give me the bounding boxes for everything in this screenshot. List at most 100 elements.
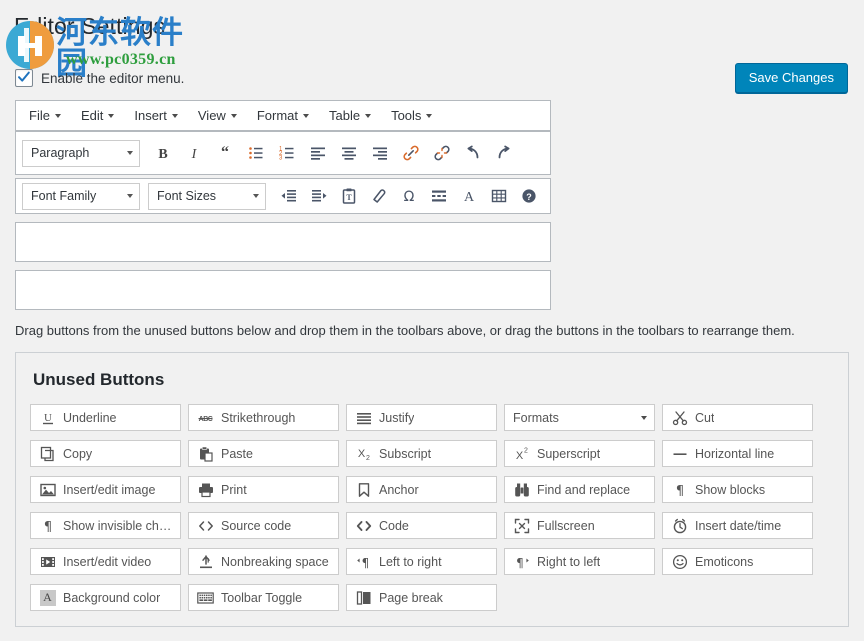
clock-icon xyxy=(671,517,688,534)
unused-button-find-and-replace[interactable]: Find and replace xyxy=(504,476,655,503)
align-center-button[interactable] xyxy=(334,138,364,168)
unused-button-label: Superscript xyxy=(537,446,601,461)
unused-button-fullscreen[interactable]: Fullscreen xyxy=(504,512,655,539)
unused-button-copy[interactable]: Copy xyxy=(30,440,181,467)
menu-item-tools[interactable]: Tools xyxy=(382,104,441,127)
bullet-list-button[interactable] xyxy=(241,138,271,168)
pilcrow-icon: ¶ xyxy=(39,517,56,534)
unused-button-background-color[interactable]: A Background color xyxy=(30,584,181,611)
table-button[interactable] xyxy=(485,181,514,211)
chevron-down-icon xyxy=(127,151,133,155)
menu-item-format[interactable]: Format xyxy=(248,104,318,127)
align-right-icon xyxy=(373,147,387,160)
unused-button-label: Insert/edit image xyxy=(63,482,156,497)
unused-button-code[interactable]: Code xyxy=(346,512,497,539)
enable-editor-menu-row[interactable]: Enable the editor menu. xyxy=(15,69,184,87)
page-title: Editor Settings xyxy=(14,13,166,39)
menu-item-view[interactable]: View xyxy=(189,104,246,127)
table-icon xyxy=(492,189,507,203)
unused-button-emoticons[interactable]: Emoticons xyxy=(662,548,813,575)
editor-toolbar-row-3-dropzone[interactable] xyxy=(15,222,551,262)
unused-button-page-break[interactable]: Page break xyxy=(346,584,497,611)
help-button[interactable]: ? xyxy=(515,181,544,211)
undo-button[interactable] xyxy=(458,138,488,168)
blockquote-icon: “ xyxy=(221,144,229,161)
insert-more-button[interactable] xyxy=(425,181,454,211)
align-right-button[interactable] xyxy=(365,138,395,168)
unused-buttons-panel: Unused Buttons U Underline ABC Strikethr… xyxy=(15,352,849,627)
save-changes-button[interactable]: Save Changes xyxy=(734,63,848,93)
unused-button-show-blocks[interactable]: ¶ Show blocks xyxy=(662,476,813,503)
unused-button-superscript[interactable]: X 2 Superscript xyxy=(504,440,655,467)
block-format-select[interactable]: Paragraph xyxy=(22,139,140,167)
menu-item-table[interactable]: Table xyxy=(320,104,380,127)
font-size-value: Font Sizes xyxy=(157,189,217,203)
unused-button-underline[interactable]: U Underline xyxy=(30,404,181,431)
unused-button-cut[interactable]: Cut xyxy=(662,404,813,431)
menu-item-insert[interactable]: Insert xyxy=(125,104,187,127)
unused-button-right-to-left[interactable]: ¶ Right to left xyxy=(504,548,655,575)
unlink-button[interactable] xyxy=(427,138,457,168)
special-character-button[interactable]: Ω xyxy=(394,181,423,211)
angle-brackets-icon xyxy=(355,517,372,534)
unused-button-label: Underline xyxy=(63,410,117,425)
menu-item-file[interactable]: File xyxy=(20,104,70,127)
unused-button-label: Anchor xyxy=(379,482,419,497)
enable-editor-menu-label: Enable the editor menu. xyxy=(41,70,185,86)
chevron-down-icon xyxy=(230,113,237,118)
angle-brackets-icon xyxy=(197,517,214,534)
clipboard-icon xyxy=(197,445,214,462)
unused-button-strikethrough[interactable]: ABC Strikethrough xyxy=(188,404,339,431)
unused-button-label: Nonbreaking space xyxy=(221,554,329,569)
font-family-value: Font Family xyxy=(31,189,97,203)
chevron-down-icon xyxy=(426,113,433,118)
smiley-icon xyxy=(671,553,688,570)
menu-label: Tools xyxy=(391,108,422,123)
font-family-select[interactable]: Font Family xyxy=(22,182,140,210)
indent-icon xyxy=(311,190,327,202)
unused-button-subscript[interactable]: X 2 Subscript xyxy=(346,440,497,467)
indent-button[interactable] xyxy=(304,181,333,211)
numbered-list-button[interactable]: 1 2 3 xyxy=(272,138,302,168)
unused-button-print[interactable]: Print xyxy=(188,476,339,503)
unused-button-source-code[interactable]: Source code xyxy=(188,512,339,539)
blockquote-button[interactable]: “ xyxy=(210,138,240,168)
rtl-icon: ¶ xyxy=(513,553,530,570)
unused-button-insert-edit-image[interactable]: Insert/edit image xyxy=(30,476,181,503)
link-button[interactable] xyxy=(396,138,426,168)
unused-button-insert-edit-video[interactable]: Insert/edit video xyxy=(30,548,181,575)
bold-button[interactable]: B xyxy=(148,138,178,168)
italic-button[interactable]: I xyxy=(179,138,209,168)
ltr-icon: ¶ xyxy=(355,553,372,570)
svg-text:I: I xyxy=(191,147,198,162)
unused-button-paste[interactable]: Paste xyxy=(188,440,339,467)
editor-toolbar-row-4-dropzone[interactable] xyxy=(15,270,551,310)
align-left-button[interactable] xyxy=(303,138,333,168)
unused-button-toolbar-toggle[interactable]: Toolbar Toggle xyxy=(188,584,339,611)
unused-button-nonbreaking-space[interactable]: Nonbreaking space xyxy=(188,548,339,575)
enable-editor-menu-checkbox[interactable] xyxy=(15,69,33,87)
font-size-select[interactable]: Font Sizes xyxy=(148,182,266,210)
unused-button-insert-date-time[interactable]: Insert date/time xyxy=(662,512,813,539)
unused-button-justify[interactable]: Justify xyxy=(346,404,497,431)
redo-button[interactable] xyxy=(489,138,519,168)
unused-button-show-invisible-characters[interactable]: ¶ Show invisible chara... xyxy=(30,512,181,539)
unused-button-horizontal-line[interactable]: Horizontal line xyxy=(662,440,813,467)
unused-button-label: Copy xyxy=(63,446,93,461)
background-color-icon: A xyxy=(39,589,56,606)
watermark-site-url: www.pc0359.cn xyxy=(66,51,176,68)
unused-button-formats[interactable]: Formats xyxy=(504,404,655,431)
paste-as-text-button[interactable]: T xyxy=(334,181,363,211)
film-icon xyxy=(39,553,56,570)
unused-button-label: Strikethrough xyxy=(221,410,296,425)
outdent-button[interactable] xyxy=(274,181,303,211)
unused-button-anchor[interactable]: Anchor xyxy=(346,476,497,503)
align-justify-icon xyxy=(355,409,372,426)
outdent-icon xyxy=(281,190,296,202)
superscript-icon: X 2 xyxy=(513,445,530,462)
chevron-down-icon xyxy=(303,113,309,118)
remove-format-button[interactable] xyxy=(364,181,393,211)
text-color-button[interactable]: A xyxy=(455,181,484,211)
unused-button-left-to-right[interactable]: ¶ Left to right xyxy=(346,548,497,575)
menu-item-edit[interactable]: Edit xyxy=(72,104,123,127)
